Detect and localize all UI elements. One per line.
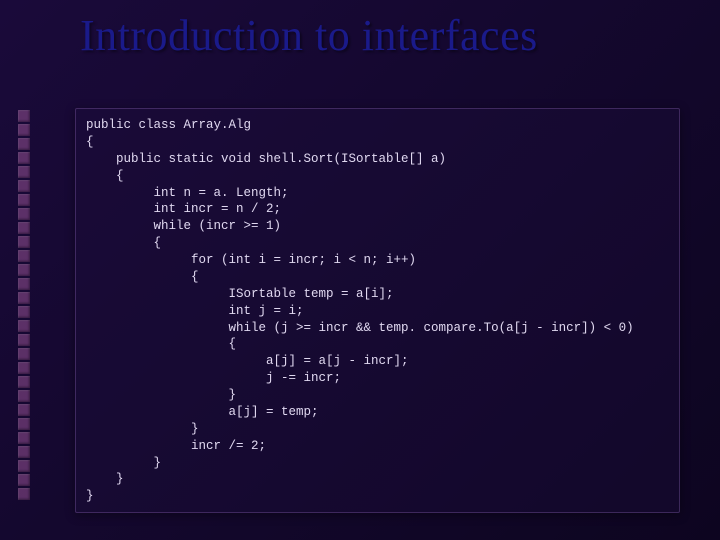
bullet-square-icon: [18, 404, 30, 416]
bullet-square-icon: [18, 222, 30, 234]
bullet-square-icon: [18, 376, 30, 388]
code-content: public class Array.Alg { public static v…: [86, 117, 669, 505]
bullet-square-icon: [18, 488, 30, 500]
bullet-square-icon: [18, 180, 30, 192]
bullet-square-icon: [18, 460, 30, 472]
bullet-square-icon: [18, 334, 30, 346]
bullet-square-icon: [18, 152, 30, 164]
bullet-square-icon: [18, 166, 30, 178]
bullet-square-icon: [18, 194, 30, 206]
code-panel: public class Array.Alg { public static v…: [75, 108, 680, 513]
bullet-square-icon: [18, 278, 30, 290]
bullet-square-icon: [18, 348, 30, 360]
bullet-square-icon: [18, 110, 30, 122]
bullet-decoration-column: [18, 110, 36, 510]
bullet-square-icon: [18, 446, 30, 458]
bullet-square-icon: [18, 474, 30, 486]
bullet-square-icon: [18, 250, 30, 262]
bullet-square-icon: [18, 320, 30, 332]
bullet-square-icon: [18, 292, 30, 304]
slide: Introduction to interfaces public class …: [0, 0, 720, 540]
bullet-square-icon: [18, 236, 30, 248]
bullet-square-icon: [18, 124, 30, 136]
slide-title: Introduction to interfaces: [80, 10, 538, 61]
bullet-square-icon: [18, 138, 30, 150]
bullet-square-icon: [18, 418, 30, 430]
bullet-square-icon: [18, 390, 30, 402]
bullet-square-icon: [18, 264, 30, 276]
bullet-square-icon: [18, 208, 30, 220]
bullet-square-icon: [18, 306, 30, 318]
bullet-square-icon: [18, 432, 30, 444]
bullet-square-icon: [18, 362, 30, 374]
